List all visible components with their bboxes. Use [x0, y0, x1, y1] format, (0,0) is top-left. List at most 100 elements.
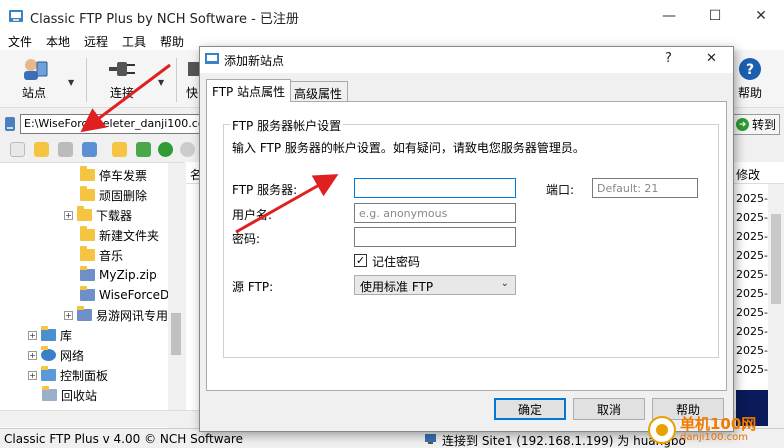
- tree-item[interactable]: + 控制面板: [28, 365, 108, 385]
- source-ftp-select[interactable]: 使用标准 FTP ⌄: [354, 275, 516, 295]
- menu-local[interactable]: 本地: [46, 33, 70, 50]
- dialog-title: 添加新站点: [224, 54, 285, 68]
- control-panel-icon: [41, 366, 56, 381]
- password-input[interactable]: [354, 227, 516, 247]
- go-button-label: 转到: [751, 118, 776, 132]
- connect-button[interactable]: 连接: [104, 56, 140, 104]
- tree-item-label: 停车发票: [99, 168, 148, 183]
- open-folder-icon[interactable]: [112, 142, 127, 157]
- username-input[interactable]: [354, 203, 516, 223]
- dialog-icon: [205, 53, 219, 64]
- tab-ftp-site-properties[interactable]: FTP 站点属性: [206, 79, 292, 102]
- ftp-account-group: FTP 服务器帐户设置 输入 FTP 服务器的帐户设置。如有疑问，请致电您服务器…: [223, 117, 719, 358]
- tree-item[interactable]: WiseForceD: [80, 285, 169, 305]
- ok-button[interactable]: 确定: [494, 398, 566, 420]
- source-ftp-label: 源 FTP:: [232, 280, 274, 294]
- tree-item[interactable]: + 易游网讯专用: [64, 305, 168, 325]
- title-bar: Classic FTP Plus by NCH Software - 已注册 —…: [0, 0, 784, 32]
- tree-item-label: 回收站: [61, 388, 98, 403]
- source-ftp-value: 使用标准 FTP: [360, 280, 434, 294]
- minimize-button[interactable]: —: [646, 0, 692, 32]
- group-title: FTP 服务器帐户设置: [230, 117, 344, 134]
- zip-icon: [77, 306, 92, 321]
- server-input[interactable]: [354, 178, 516, 198]
- forward-icon[interactable]: [180, 142, 195, 157]
- expand-icon[interactable]: +: [64, 210, 73, 220]
- local-tool-row: [0, 140, 200, 160]
- date-cell: 2025-: [736, 344, 768, 357]
- date-cell: 2025-: [736, 192, 768, 205]
- tab-panel: FTP 服务器帐户设置 输入 FTP 服务器的帐户设置。如有疑问，请致电您服务器…: [206, 101, 727, 391]
- delete-icon[interactable]: [58, 142, 73, 157]
- local-folder-tree: 停车发票 顽固删除 + 下载器 新建文件夹 音乐 MyZip.zip WiseFo…: [0, 162, 184, 428]
- tree-item[interactable]: + 网络: [28, 345, 84, 365]
- svg-text:?: ?: [746, 62, 754, 78]
- tree-item[interactable]: 顽固删除: [80, 185, 147, 205]
- recycle-bin-icon: [42, 386, 57, 401]
- tree-item[interactable]: 回收站: [42, 385, 97, 405]
- quick-connect-button[interactable]: 快: [184, 56, 200, 104]
- scrollbar-thumb[interactable]: [771, 214, 781, 304]
- tree-item[interactable]: 停车发票: [80, 165, 147, 185]
- remember-password-checkbox[interactable]: ✓: [354, 254, 367, 267]
- up-folder-icon[interactable]: [136, 142, 151, 157]
- modified-column-header[interactable]: 修改: [736, 166, 760, 183]
- site-button[interactable]: 站点: [16, 56, 52, 104]
- tree-item-label: 易游网讯专用: [96, 308, 169, 323]
- folder-icon: [80, 166, 95, 181]
- tree-item-label: 新建文件夹: [99, 228, 160, 243]
- refresh-icon[interactable]: [82, 142, 97, 157]
- expand-icon[interactable]: +: [28, 330, 37, 340]
- status-version: Classic FTP Plus v 4.00 © NCH Software: [4, 432, 243, 446]
- remember-password-label[interactable]: 记住密码: [372, 253, 420, 270]
- folder-icon: [80, 226, 95, 241]
- menu-file[interactable]: 文件: [8, 33, 32, 50]
- site-manager-icon: [24, 59, 48, 80]
- tree-vertical-scrollbar[interactable]: [168, 163, 184, 428]
- folder-icon: [80, 246, 95, 261]
- date-cell: 2025-: [736, 325, 768, 338]
- dialog-close-button[interactable]: ✕: [706, 51, 717, 66]
- date-cell: 2025-: [736, 230, 768, 243]
- connect-dropdown-icon[interactable]: ▼: [158, 78, 164, 87]
- add-new-site-dialog: 添加新站点 ? ✕ FTP 站点属性 高级属性 FTP 服务器帐户设置 输入 F…: [199, 46, 734, 432]
- go-button[interactable]: ➜ 转到: [732, 114, 780, 135]
- file-list-scrollbar[interactable]: [768, 184, 784, 410]
- tree-item[interactable]: 音乐: [80, 245, 123, 265]
- tree-horizontal-scrollbar[interactable]: [0, 410, 200, 427]
- site-dropdown-icon[interactable]: ▼: [68, 78, 74, 87]
- tree-item-label: MyZip.zip: [99, 268, 157, 282]
- tab-advanced-properties[interactable]: 高级属性: [288, 81, 349, 101]
- expand-icon[interactable]: +: [28, 350, 37, 360]
- chevron-down-icon: ⌄: [500, 278, 509, 289]
- menu-remote[interactable]: 远程: [84, 33, 108, 50]
- tree-item[interactable]: MyZip.zip: [80, 265, 157, 285]
- help-icon: ?: [739, 58, 761, 80]
- menu-help[interactable]: 帮助: [160, 33, 184, 50]
- connection-icon: [425, 434, 436, 444]
- quick-connect-icon: [188, 62, 200, 76]
- view-icon[interactable]: [10, 142, 25, 157]
- menu-tools[interactable]: 工具: [122, 33, 146, 50]
- tree-item-label: 顽固删除: [99, 188, 148, 203]
- watermark-logo-icon: [648, 416, 676, 444]
- tree-item[interactable]: + 下载器: [64, 205, 132, 225]
- port-input[interactable]: [592, 178, 698, 198]
- help-toolbar-button[interactable]: ? 帮助: [734, 56, 766, 104]
- close-button[interactable]: ✕: [738, 0, 784, 32]
- dialog-help-mark[interactable]: ?: [665, 51, 672, 66]
- back-icon[interactable]: [158, 142, 173, 157]
- network-icon: [41, 346, 56, 361]
- new-folder-icon[interactable]: [34, 142, 49, 157]
- local-path-input[interactable]: E:\WiseForceDeleter_danji100.com...: [20, 114, 200, 134]
- library-icon: [41, 326, 56, 341]
- folder-icon: [77, 206, 92, 221]
- date-cell: 2025-: [736, 363, 768, 376]
- scrollbar-thumb[interactable]: [171, 313, 181, 355]
- maximize-button[interactable]: ☐: [692, 0, 738, 32]
- tree-item[interactable]: 新建文件夹: [80, 225, 159, 245]
- cancel-button[interactable]: 取消: [573, 398, 645, 420]
- expand-icon[interactable]: +: [28, 370, 37, 380]
- tree-item[interactable]: + 库: [28, 325, 72, 345]
- expand-icon[interactable]: +: [64, 310, 73, 320]
